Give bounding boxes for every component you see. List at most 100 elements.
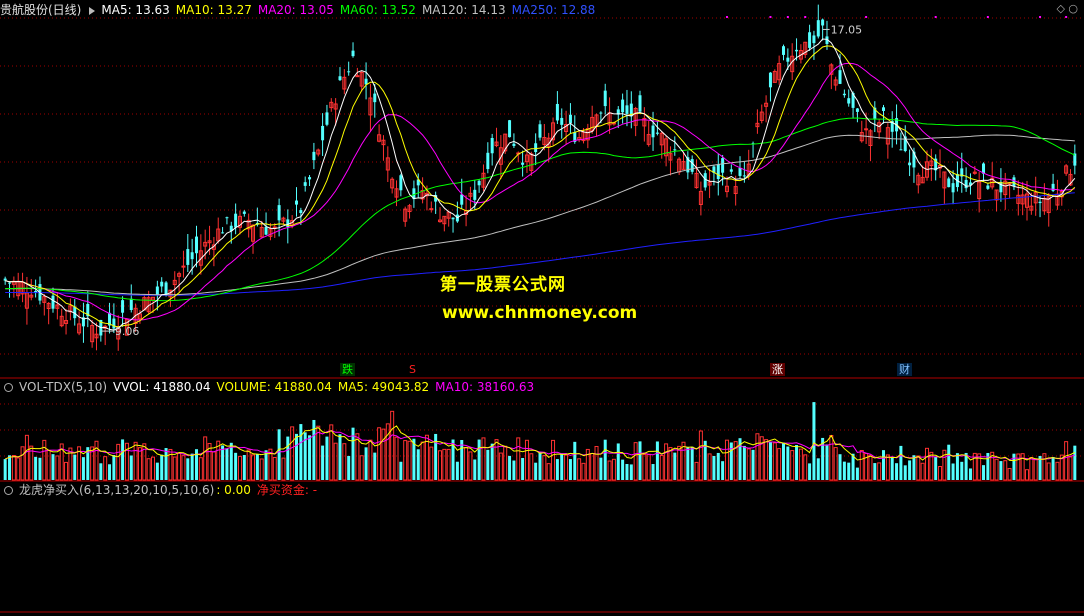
volume-bar: [560, 453, 564, 480]
candle-body: [451, 217, 455, 220]
volume-bar: [577, 458, 582, 481]
diamond-icon[interactable]: ◇ ○: [1056, 2, 1078, 15]
candle-body: [621, 99, 625, 113]
volume-bar: [768, 442, 772, 480]
candle-body: [373, 93, 377, 103]
candle-body: [186, 249, 190, 265]
candle-body: [738, 167, 742, 176]
volume-bar: [494, 439, 499, 481]
candle-body: [908, 162, 912, 166]
volume-bar: [460, 440, 464, 480]
volume-bar: [947, 444, 951, 480]
volume-bar: [295, 433, 299, 480]
volume-bar: [1055, 461, 1060, 481]
vol-ma5-readout: MA5: 49043.82: [337, 380, 430, 394]
event-marker: [934, 16, 937, 18]
volume-bar: [129, 455, 133, 480]
ma250-readout: MA250: 12.88: [511, 3, 596, 17]
volume-bar: [498, 452, 503, 481]
volume-bar: [590, 452, 595, 481]
volume-bar: [877, 462, 882, 481]
volume-bar: [855, 467, 859, 480]
volume-bar: [681, 441, 686, 481]
signal-tag-cai: 财: [897, 363, 912, 376]
candle-body: [486, 152, 490, 170]
candle-body: [999, 181, 1003, 193]
volume-bar: [742, 445, 746, 480]
volume-bar: [299, 424, 303, 480]
candle-body: [181, 265, 186, 268]
expand-triangle-icon[interactable]: [89, 6, 96, 15]
watermark-url: www.chnmoney.com: [442, 303, 638, 323]
volume-bar: [655, 441, 659, 480]
volume-bar: [538, 451, 542, 480]
candle-body: [1051, 183, 1055, 191]
candle-body: [534, 143, 538, 153]
volume-bar: [503, 445, 508, 481]
volume-bar: [690, 446, 694, 480]
volume-bar: [255, 454, 259, 480]
volume-bar: [264, 450, 268, 480]
volume-bar: [325, 436, 329, 480]
event-marker: [1065, 16, 1068, 18]
volume-bar: [486, 449, 490, 480]
candle-body: [264, 226, 268, 235]
volume-bar: [272, 456, 277, 481]
candle-body: [121, 300, 125, 313]
volume-bar: [885, 454, 890, 481]
panel-toggle-icon[interactable]: [4, 486, 13, 495]
volume-bar: [473, 459, 477, 480]
volume-bar: [112, 455, 116, 480]
volume-bar: [899, 445, 903, 480]
volume-bar: [399, 461, 403, 480]
candle-body: [882, 107, 886, 111]
volume-bar: [186, 458, 190, 480]
volume-bar: [407, 440, 412, 481]
volume-bar: [316, 425, 321, 481]
volume-bar: [982, 465, 986, 480]
main-chart-header: 贵航股份(日线) MA5: 13.63 MA10: 13.27 MA20: 13.05…: [0, 2, 601, 18]
volume-bar: [42, 439, 47, 481]
candle-body: [947, 178, 951, 188]
volume-bar: [781, 442, 785, 480]
candle-body: [399, 175, 403, 191]
candle-body: [242, 211, 246, 214]
volume-bar: [786, 446, 790, 480]
volume-bar: [290, 426, 295, 481]
candle-body: [299, 210, 303, 213]
volume-bar: [555, 459, 559, 480]
volume-bar: [38, 457, 42, 480]
volume-bar: [908, 460, 912, 480]
volume-bar: [203, 436, 208, 481]
candle-body: [155, 286, 159, 295]
candle-body: [490, 138, 494, 154]
volume-bar: [24, 434, 29, 481]
volume-bar: [524, 439, 529, 481]
candle-body: [303, 182, 307, 186]
volume-bar: [234, 452, 238, 480]
volume-bar: [798, 448, 803, 481]
volume-bar: [246, 449, 251, 481]
volume-bar: [368, 439, 373, 481]
event-marker: [769, 16, 772, 18]
volume-bar: [229, 442, 233, 480]
candle-body: [160, 281, 164, 287]
candle-body: [638, 95, 642, 112]
volume-bar: [516, 437, 521, 481]
volume-bar: [403, 440, 408, 481]
vvol-readout: VVOL: 41880.04: [113, 380, 211, 394]
volume-bar: [646, 453, 651, 481]
event-marker: [986, 16, 989, 18]
indicator-panel-header: 龙虎净买入(6,13,13,20,10,5,10,6): 0.00 净买资金: -: [0, 482, 323, 498]
volume-bar: [385, 423, 390, 481]
candle-body: [225, 217, 229, 219]
ma120-readout: MA120: 14.13: [421, 3, 506, 17]
volume-bar: [160, 454, 164, 480]
volume-bar: [416, 449, 420, 480]
volume-bar: [99, 463, 103, 480]
candle-body: [842, 93, 846, 96]
volume-bar: [968, 468, 972, 480]
panel-toggle-icon[interactable]: [4, 383, 13, 392]
volume-bar: [51, 454, 55, 480]
candle-body: [795, 49, 799, 52]
